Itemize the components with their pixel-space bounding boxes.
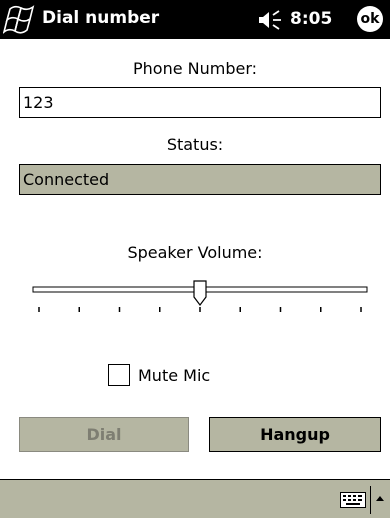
hangup-button[interactable]: Hangup <box>209 417 381 452</box>
phone-number-input[interactable] <box>19 87 381 118</box>
phone-number-label: Phone Number: <box>132 59 258 78</box>
speaker-volume-label: Speaker Volume: <box>127 243 263 262</box>
ok-button[interactable]: ok <box>357 6 383 32</box>
speaker-icon[interactable] <box>257 10 283 30</box>
windows-flag-icon[interactable] <box>3 4 39 35</box>
clock[interactable]: 8:05 <box>290 9 332 29</box>
slider-thumb[interactable] <box>193 280 207 306</box>
window-title: Dial number <box>42 8 160 28</box>
menu-bar <box>0 479 390 518</box>
menu-separator <box>370 486 371 514</box>
keyboard-icon[interactable] <box>340 492 366 508</box>
title-bar: Dial number 8:05 ok <box>0 0 390 39</box>
dial-button[interactable]: Dial <box>19 417 189 452</box>
status-field: Connected <box>19 164 381 195</box>
status-label: Status: <box>166 135 224 154</box>
up-arrow-icon[interactable] <box>374 493 386 503</box>
speaker-volume-slider[interactable] <box>30 275 370 325</box>
volume-ticks <box>38 307 362 312</box>
mute-mic-checkbox[interactable] <box>108 364 130 386</box>
mute-mic-label: Mute Mic <box>138 366 211 385</box>
